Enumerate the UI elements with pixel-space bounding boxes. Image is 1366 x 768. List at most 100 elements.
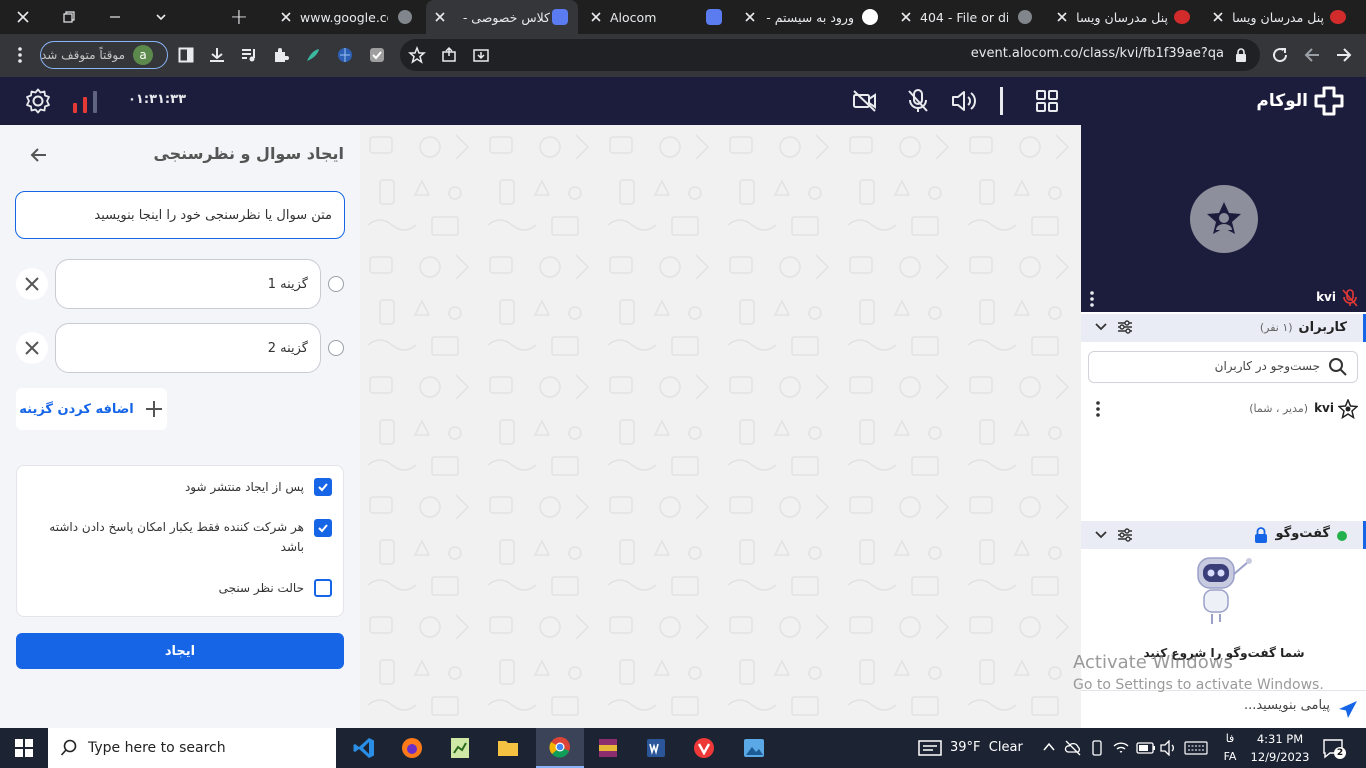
language-indicator[interactable]: فا FA <box>1218 730 1242 766</box>
send-button[interactable] <box>1338 699 1358 719</box>
tab-404[interactable]: 404 - File or dire <box>892 0 1042 34</box>
taskbar-firefox[interactable] <box>388 728 436 768</box>
tab-alocom[interactable]: Alocom <box>580 0 730 34</box>
battery-icon[interactable] <box>1136 741 1156 755</box>
new-tab-button[interactable]: + <box>216 0 262 34</box>
word-icon <box>647 739 665 757</box>
user-list-item[interactable]: kvi (مدیر ، شما) <box>1090 396 1358 422</box>
site-info-button[interactable] <box>1229 43 1253 67</box>
extension-vpn-button[interactable] <box>365 43 389 67</box>
puzzle-icon <box>275 48 289 62</box>
question-input[interactable]: متن سوال یا نظرسنجی خود را اینجا بنویسید <box>15 191 345 239</box>
survey-mode-label: حالت نظر سنجی <box>218 581 304 595</box>
wifi-icon[interactable] <box>1112 740 1130 756</box>
taskbar-search-box[interactable]: Type here to search <box>48 728 336 768</box>
close-window-button[interactable] <box>0 0 46 34</box>
notifications-button[interactable]: 2 <box>1322 737 1346 759</box>
tab-private-class[interactable]: کلاس خصوصی - <box>426 0 578 34</box>
close-icon[interactable] <box>740 7 760 27</box>
tab-google[interactable]: www.google.com <box>270 0 424 34</box>
option-2-radio[interactable] <box>328 340 344 356</box>
survey-mode-checkbox[interactable] <box>314 579 332 597</box>
remove-option-2-button[interactable] <box>16 332 48 364</box>
layout-button[interactable] <box>1035 89 1059 113</box>
taskbar-vivaldi[interactable] <box>680 728 728 768</box>
extensions-button[interactable] <box>269 43 293 67</box>
users-filter-button[interactable] <box>1117 319 1133 335</box>
start-button[interactable] <box>0 728 48 768</box>
close-icon[interactable] <box>896 7 916 27</box>
settings-button[interactable] <box>24 87 52 115</box>
extension-feather-button[interactable] <box>301 43 325 67</box>
checkmark-icon <box>318 524 328 533</box>
forward-button[interactable] <box>1300 43 1324 67</box>
weather-text[interactable]: 39°F Clear <box>950 740 1023 755</box>
option-1-input[interactable]: گزینه 1 <box>55 259 321 309</box>
close-icon[interactable] <box>1208 7 1228 27</box>
grid-icon <box>1036 90 1058 112</box>
chat-title: گفت‌وگو <box>1275 526 1330 541</box>
visa-favicon-icon <box>1330 10 1346 24</box>
users-collapse-button[interactable] <box>1094 320 1108 334</box>
downloads-button[interactable] <box>205 43 229 67</box>
reload-button[interactable] <box>1268 43 1292 67</box>
lock-icon <box>1254 527 1268 543</box>
restore-window-button[interactable] <box>46 0 92 34</box>
close-icon[interactable] <box>276 7 296 27</box>
remove-option-1-button[interactable] <box>16 268 48 300</box>
create-poll-button[interactable]: ایجاد <box>16 633 344 669</box>
taskbar-editor[interactable] <box>436 728 484 768</box>
profile-paused-button[interactable]: a موقتاً متوقف شد <box>40 41 168 69</box>
touch-keyboard-icon[interactable] <box>1184 741 1208 755</box>
clock[interactable]: 4:31 PM 12/9/2023 <box>1250 730 1310 766</box>
taskbar-chrome[interactable] <box>536 728 584 768</box>
media-control-button[interactable] <box>237 43 261 67</box>
publish-after-create-checkbox[interactable] <box>314 478 332 496</box>
minimize-window-button[interactable] <box>92 0 138 34</box>
single-answer-checkbox[interactable] <box>314 519 332 537</box>
tab-teacher-panel-2[interactable]: پنل مدرسان ویسا <box>1204 0 1354 34</box>
extension-globe-button[interactable] <box>333 43 357 67</box>
close-icon[interactable] <box>1052 7 1072 27</box>
chat-collapse-button[interactable] <box>1094 528 1108 542</box>
speaker-toggle-button[interactable] <box>950 88 978 114</box>
tab-login[interactable]: ورود به سیستم - <box>736 0 886 34</box>
camera-toggle-button[interactable] <box>852 89 878 113</box>
tab-title: کلاس خصوصی - <box>462 9 550 25</box>
microphone-toggle-button[interactable] <box>906 88 930 114</box>
chat-filter-button[interactable] <box>1117 527 1133 543</box>
back-arrow-button[interactable] <box>28 144 50 166</box>
install-icon <box>473 49 489 62</box>
volume-icon[interactable] <box>1160 740 1178 756</box>
side-panel-button[interactable] <box>174 43 198 67</box>
share-icon <box>442 46 456 62</box>
user-menu-button[interactable] <box>1096 401 1108 417</box>
notepad-chart-icon <box>451 738 469 758</box>
tab-teacher-panel[interactable]: پنل مدرسان ویسا <box>1048 0 1198 34</box>
close-icon[interactable] <box>586 7 606 27</box>
option-1-radio[interactable] <box>328 276 344 292</box>
taskbar-file-explorer[interactable] <box>484 728 532 768</box>
taskbar-vscode[interactable] <box>340 728 388 768</box>
share-button[interactable] <box>437 43 461 67</box>
taskbar-winrar[interactable] <box>584 728 632 768</box>
video-tile-menu-button[interactable] <box>1090 291 1102 307</box>
speaker-icon <box>952 91 976 111</box>
taskbar-photos[interactable] <box>730 728 778 768</box>
taskbar-word[interactable] <box>632 728 680 768</box>
arrow-left-icon <box>30 148 46 162</box>
option-2-input[interactable]: گزینه 2 <box>55 323 321 373</box>
install-app-button[interactable] <box>469 43 493 67</box>
add-option-button[interactable]: اضافه کردن گزینه <box>16 388 167 430</box>
tab-title: ورود به سیستم - <box>766 9 854 25</box>
back-button[interactable] <box>1332 43 1356 67</box>
close-icon[interactable] <box>430 7 450 27</box>
users-title-text: کاربران <box>1298 320 1347 335</box>
chat-message-input[interactable]: پیامی بنویسید... <box>1100 698 1330 713</box>
more-menu-button[interactable] <box>8 43 32 67</box>
arrow-left-icon <box>1337 48 1352 62</box>
tab-title: پنل مدرسان ویسا <box>1076 9 1168 25</box>
show-hidden-icons-button[interactable] <box>1042 740 1056 754</box>
tab-search-button[interactable] <box>138 0 184 34</box>
bookmark-button[interactable] <box>405 43 429 67</box>
